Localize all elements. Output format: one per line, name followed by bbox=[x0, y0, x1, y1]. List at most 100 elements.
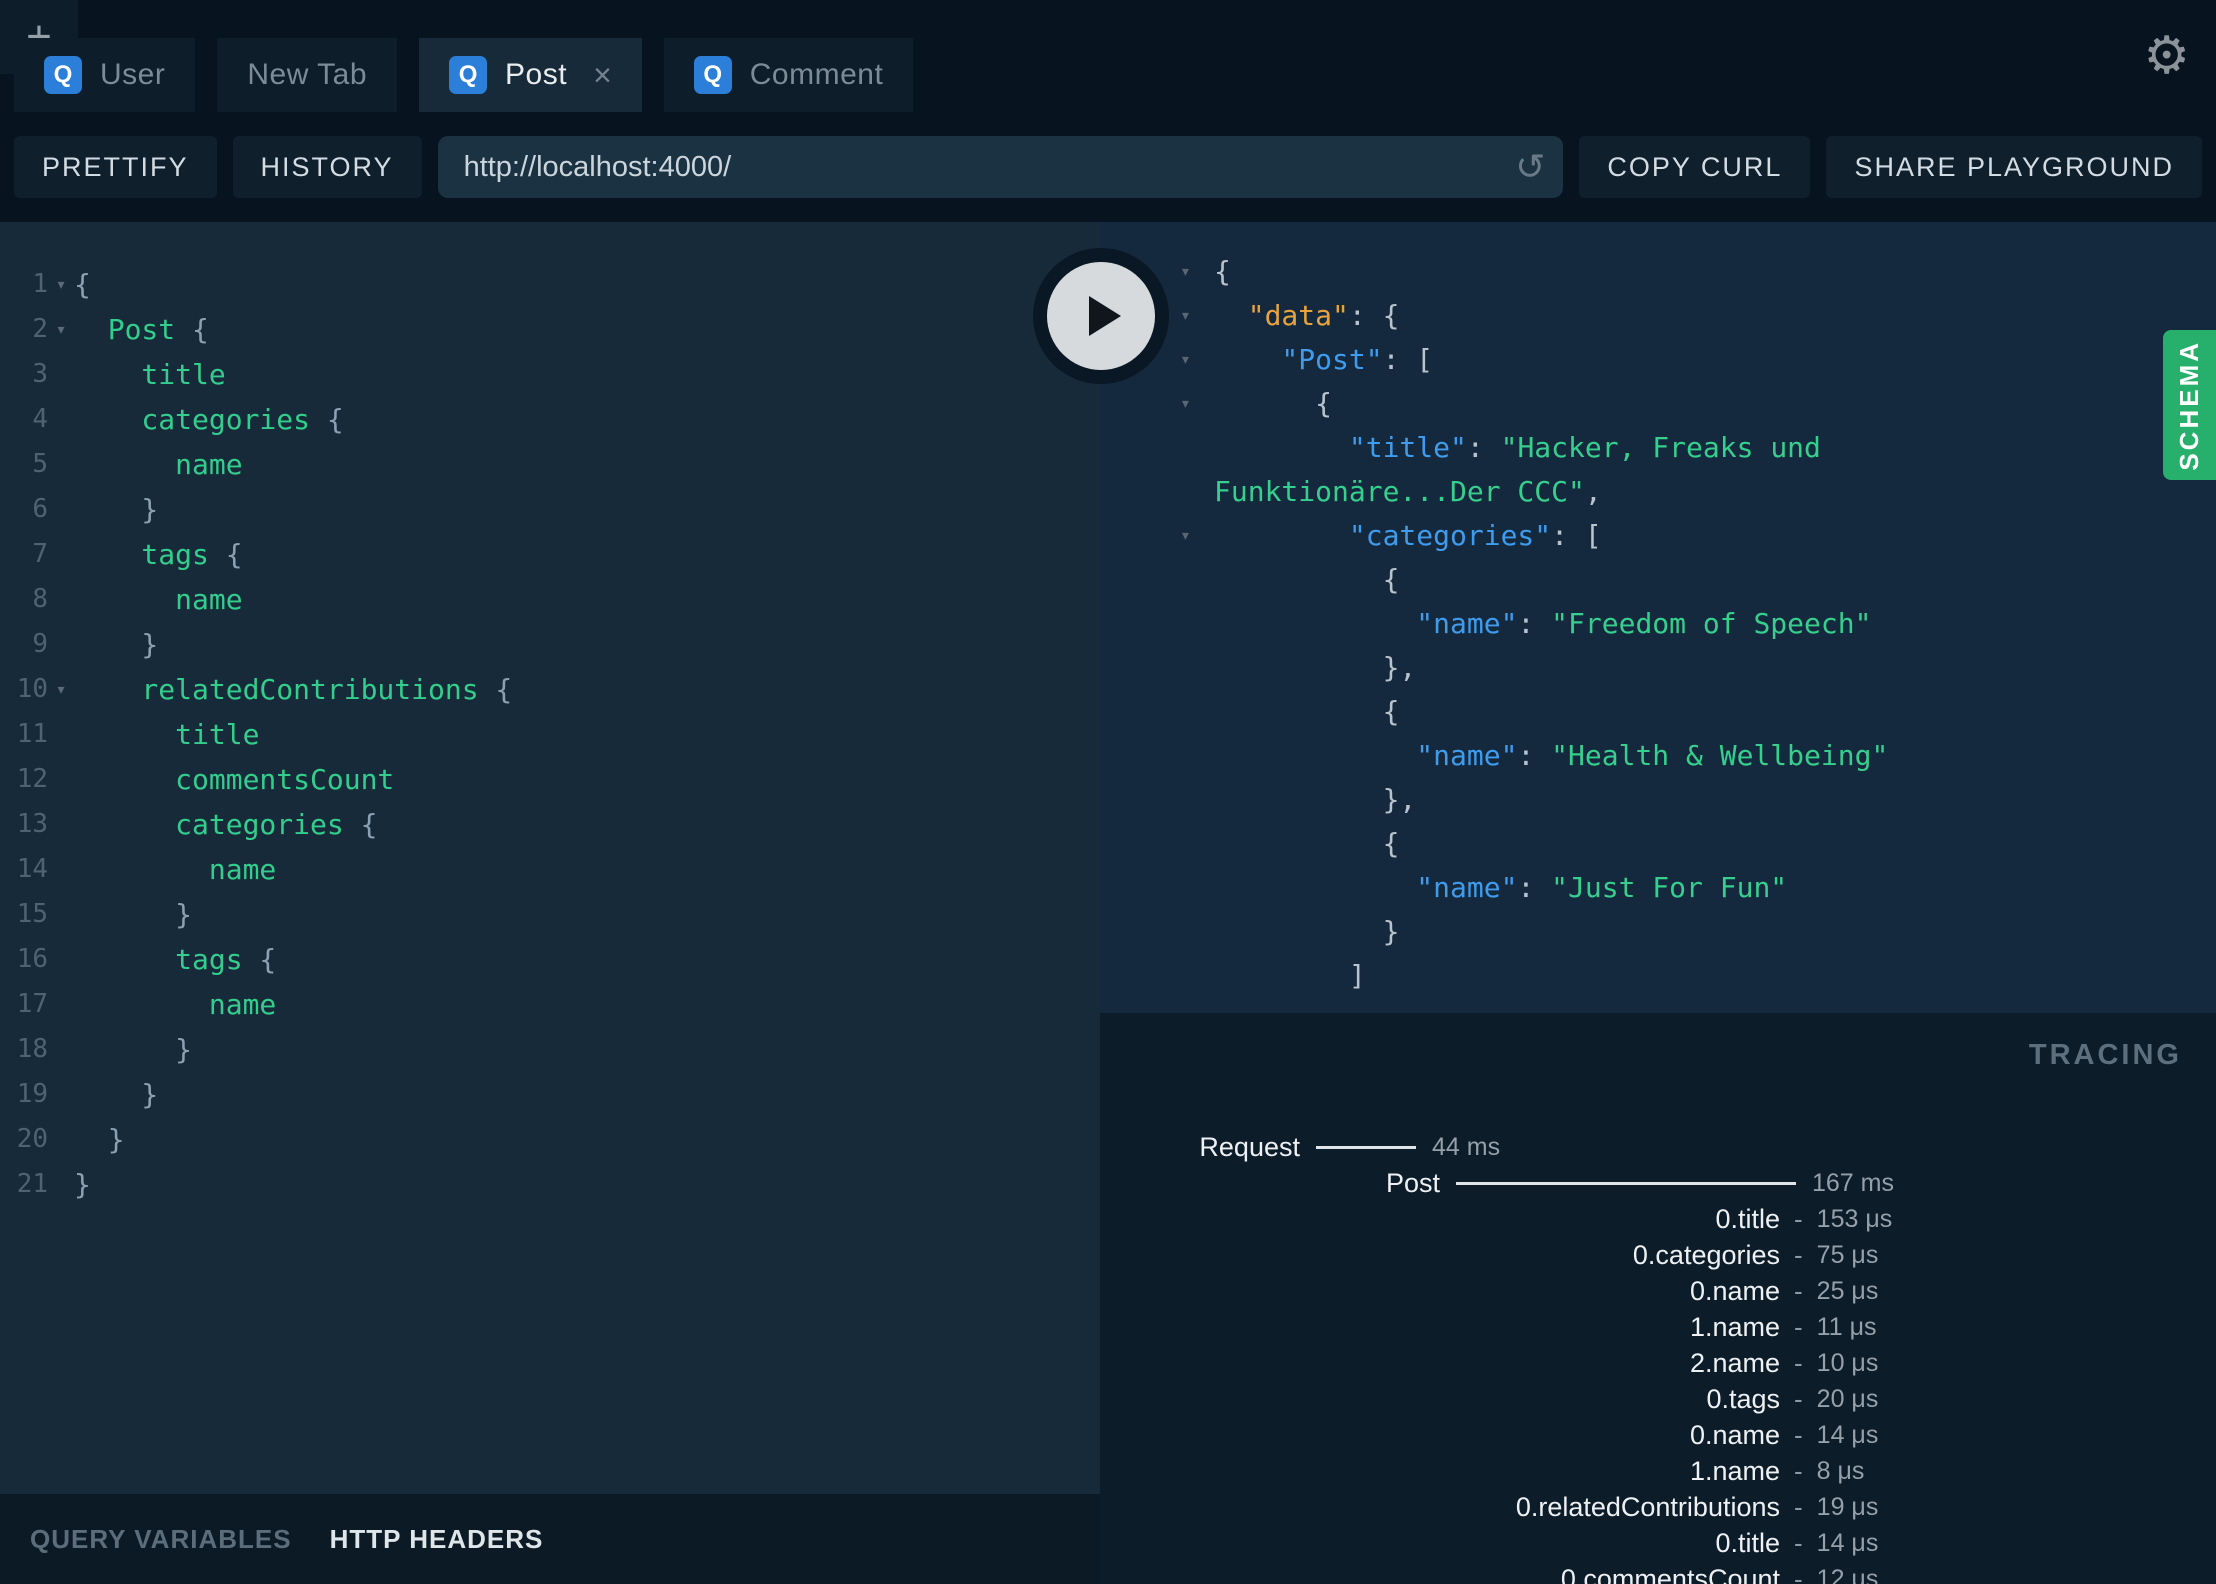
trace-label: 0.commentsCount bbox=[1560, 1563, 1780, 1584]
fold-arrow-icon[interactable]: ▾ bbox=[1180, 514, 1214, 558]
trace-row: Request 44 ms bbox=[1100, 1129, 2216, 1165]
response-pane: ▾{▾ "data": {▾ "Post": [▾ { "title": "Ha… bbox=[1100, 222, 2216, 1013]
result-line: "name": "Health & Wellbeing" bbox=[1100, 734, 2216, 778]
tab-bar: Q User New Tab Q Post × Q Comment bbox=[0, 0, 2216, 112]
fold-arrow-icon[interactable]: ▾ bbox=[1180, 294, 1214, 338]
http-headers-toggle[interactable]: HTTP HEADERS bbox=[330, 1524, 544, 1555]
query-code: title bbox=[74, 358, 226, 391]
line-number: 15 bbox=[16, 899, 48, 929]
result-code: { bbox=[1214, 695, 1400, 728]
line-number: 11 bbox=[16, 719, 48, 749]
query-editor[interactable]: 1 ▾{2 ▾ Post {3 title 4 categories {5 name 6… bbox=[0, 222, 1100, 1494]
history-button[interactable]: HISTORY bbox=[232, 136, 422, 198]
tab-new-tab[interactable]: New Tab bbox=[217, 38, 398, 112]
result-line: ] bbox=[1100, 954, 2216, 998]
trace-dash: - bbox=[1794, 1311, 1803, 1342]
query-code: } bbox=[74, 1033, 193, 1066]
play-icon bbox=[1089, 296, 1121, 336]
tab-user[interactable]: Q User bbox=[14, 38, 196, 112]
query-code: name bbox=[74, 448, 243, 481]
fold-arrow-icon[interactable]: ▾ bbox=[1180, 250, 1214, 294]
trace-label: 1.name bbox=[1689, 1311, 1780, 1342]
settings-gear-icon[interactable]: ⚙ bbox=[2143, 26, 2190, 86]
line-number: 9 bbox=[32, 629, 48, 659]
line-number: 4 bbox=[32, 404, 48, 434]
line-number: 14 bbox=[16, 854, 48, 884]
query-line: 18 } bbox=[0, 1027, 1100, 1072]
tab-comment[interactable]: Q Comment bbox=[663, 38, 914, 112]
fold-arrow-icon[interactable]: ▾ bbox=[1180, 382, 1214, 426]
query-badge-icon: Q bbox=[44, 56, 82, 94]
trace-row: 2.name -10 μs bbox=[1100, 1345, 2216, 1381]
prettify-button[interactable]: PRETTIFY bbox=[14, 136, 217, 198]
line-number: 21 bbox=[16, 1169, 48, 1199]
result-code: }, bbox=[1214, 651, 1417, 684]
query-variables-toggle[interactable]: QUERY VARIABLES bbox=[30, 1524, 292, 1555]
trace-time: 12 μs bbox=[1816, 1564, 1879, 1584]
query-line: 16 tags { bbox=[0, 937, 1100, 982]
schema-tab[interactable]: SCHEMA bbox=[2163, 330, 2216, 480]
query-line: 15 } bbox=[0, 892, 1100, 937]
trace-time: 14 μs bbox=[1816, 1528, 1879, 1557]
trace-dash: - bbox=[1794, 1491, 1803, 1522]
fold-arrow-icon[interactable]: ▾ bbox=[1180, 338, 1214, 382]
trace-dash: - bbox=[1794, 1455, 1803, 1486]
trace-time: 11 μs bbox=[1816, 1312, 1877, 1341]
trace-time: 20 μs bbox=[1816, 1384, 1879, 1413]
query-line: 3 title bbox=[0, 352, 1100, 397]
query-line: 19 } bbox=[0, 1072, 1100, 1117]
trace-bar bbox=[1456, 1181, 1796, 1185]
reload-icon[interactable]: ↺ bbox=[1515, 146, 1545, 188]
fold-arrow-icon[interactable]: ▾ bbox=[48, 667, 74, 712]
query-line: 5 name bbox=[0, 442, 1100, 487]
result-code: "name": "Freedom of Speech" bbox=[1214, 607, 1872, 640]
tab-label: Post bbox=[505, 58, 568, 91]
close-tab-icon[interactable]: × bbox=[593, 59, 612, 91]
trace-row: 0.categories -75 μs bbox=[1100, 1237, 2216, 1273]
query-code: } bbox=[74, 1078, 159, 1111]
copy-curl-button[interactable]: COPY CURL bbox=[1579, 136, 1811, 198]
result-line: ▾{ bbox=[1100, 250, 2216, 294]
fold-arrow-icon[interactable]: ▾ bbox=[48, 262, 74, 307]
query-line: 21} bbox=[0, 1162, 1100, 1207]
execute-query-button[interactable] bbox=[1033, 248, 1169, 384]
result-line: } bbox=[1100, 910, 2216, 954]
line-number: 5 bbox=[32, 449, 48, 479]
trace-row: 0.relatedContributions -19 μs bbox=[1100, 1489, 2216, 1525]
toolbar: PRETTIFY HISTORY ↺ COPY CURL SHARE PLAYG… bbox=[0, 112, 2216, 222]
endpoint-url-input[interactable] bbox=[437, 136, 1564, 198]
query-code: } bbox=[74, 1168, 91, 1201]
query-code: tags { bbox=[74, 943, 277, 976]
fold-arrow-icon[interactable]: ▾ bbox=[48, 307, 74, 352]
tab-post[interactable]: Q Post × bbox=[419, 38, 642, 112]
tracing-panel: TRACING Request 44 ms Post 167 ms 0.title -15… bbox=[1100, 1013, 2216, 1584]
trace-row: 0.title -153 μs bbox=[1100, 1201, 2216, 1237]
share-playground-button[interactable]: SHARE PLAYGROUND bbox=[1826, 136, 2202, 198]
result-code: } bbox=[1214, 915, 1400, 948]
trace-label: 1.name bbox=[1689, 1455, 1780, 1486]
line-number: 13 bbox=[16, 809, 48, 839]
tracing-title[interactable]: TRACING bbox=[2029, 1039, 2182, 1072]
trace-row: 0.name -25 μs bbox=[1100, 1273, 2216, 1309]
result-code: { bbox=[1214, 827, 1400, 860]
schema-tab-label: SCHEMA bbox=[2174, 339, 2204, 471]
trace-label: Request bbox=[1199, 1131, 1300, 1162]
play-circle bbox=[1047, 262, 1155, 370]
result-line: "name": "Freedom of Speech" bbox=[1100, 602, 2216, 646]
line-number: 18 bbox=[16, 1034, 48, 1064]
line-number: 19 bbox=[16, 1079, 48, 1109]
